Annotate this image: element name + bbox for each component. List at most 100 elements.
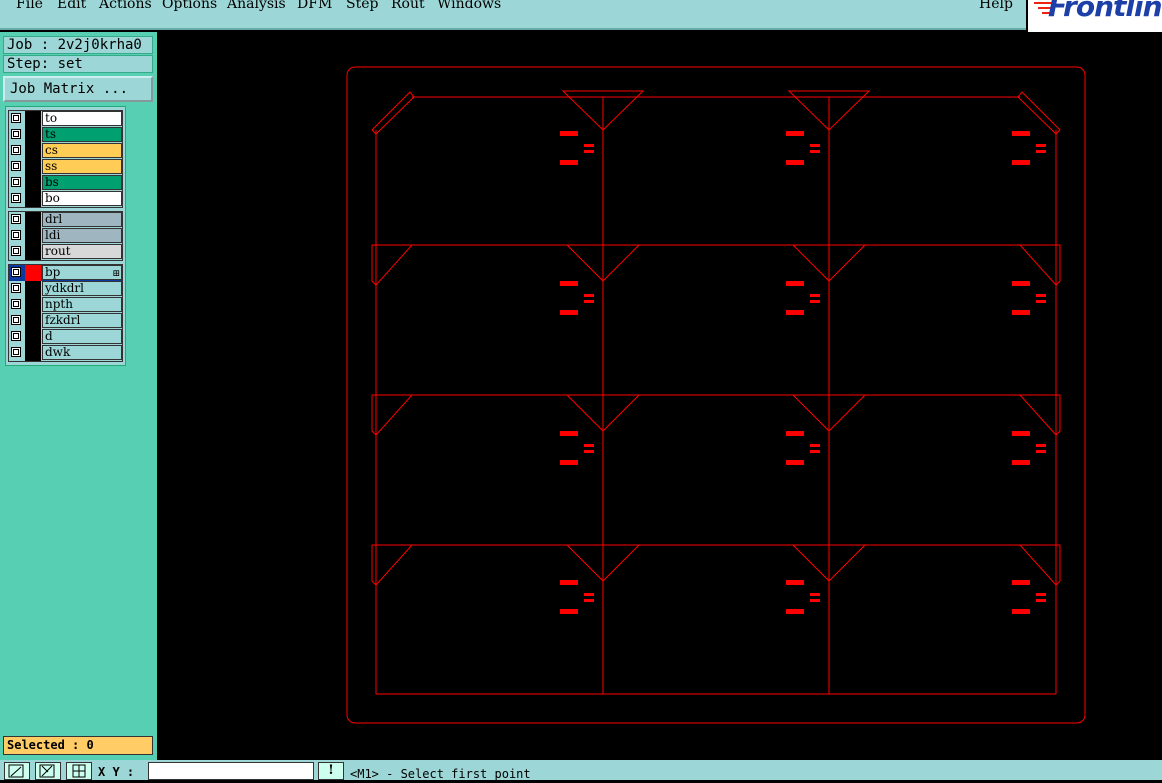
layer-row-ldi[interactable]: ldi <box>9 228 122 244</box>
layer-row-to[interactable]: to <box>9 111 122 127</box>
menu-rout[interactable]: Rout <box>391 0 425 12</box>
pad-small <box>584 300 594 303</box>
pad-top <box>786 580 804 585</box>
layer-color-indicator <box>25 228 41 244</box>
pad-small <box>810 444 820 447</box>
layer-checkbox[interactable] <box>11 193 21 203</box>
layer-color-indicator <box>25 281 41 297</box>
side-tab-left <box>371 394 414 436</box>
info-icon: ! <box>328 763 334 778</box>
layer-name[interactable]: bs <box>42 175 122 190</box>
pad-bottom <box>1012 310 1030 315</box>
layer-row-ss[interactable]: ss <box>9 159 122 175</box>
zoom-area-button[interactable] <box>4 762 30 780</box>
layer-row-fzkdrl[interactable]: fzkdrl <box>9 313 122 329</box>
menu-edit[interactable]: Edit <box>57 0 86 12</box>
menu-dfm[interactable]: DFM <box>297 0 332 12</box>
layer-name[interactable]: ss <box>42 159 122 174</box>
layer-checkbox[interactable] <box>11 113 21 123</box>
pad-top <box>1012 131 1030 136</box>
graphic-canvas[interactable] <box>157 32 1162 760</box>
pad-small <box>810 144 820 147</box>
info-button[interactable]: ! <box>318 762 344 780</box>
layer-checkbox[interactable] <box>11 299 21 309</box>
layer-checkbox[interactable] <box>11 177 21 187</box>
layer-name[interactable]: dwk <box>42 345 122 360</box>
pad-small <box>810 450 820 453</box>
layer-name[interactable]: bo <box>42 191 122 206</box>
side-tab-right <box>1018 244 1061 286</box>
layer-row-ydkdrl[interactable]: ydkdrl <box>9 281 122 297</box>
corner-chamfer <box>371 91 415 135</box>
menu-windows[interactable]: Windows <box>437 0 501 12</box>
layer-checkbox[interactable] <box>11 331 21 341</box>
pad-top <box>560 580 578 585</box>
layer-row-rout[interactable]: rout <box>9 244 122 260</box>
layer-checkbox[interactable] <box>11 230 21 240</box>
layer-name[interactable]: ldi <box>42 228 122 243</box>
layer-row-dwk[interactable]: dwk <box>9 345 122 361</box>
side-tab-left <box>371 544 414 586</box>
layer-color-indicator <box>25 329 41 345</box>
grid-snap-icon <box>72 764 86 778</box>
measure-icon <box>39 764 55 778</box>
board-layers-group: to ts cs ss bs bo <box>8 110 123 208</box>
layer-name[interactable]: npth <box>42 297 122 312</box>
menu-file[interactable]: File <box>16 0 43 12</box>
pad-bottom <box>1012 609 1030 614</box>
layer-checkbox[interactable] <box>11 161 21 171</box>
layer-checkbox[interactable] <box>11 145 21 155</box>
layer-checkbox[interactable] <box>11 347 21 357</box>
menu-actions[interactable]: Actions <box>99 0 152 12</box>
pad-small <box>1036 450 1046 453</box>
layer-name[interactable]: ts <box>42 127 122 142</box>
layer-name[interactable]: rout <box>42 244 122 259</box>
pad-small <box>584 150 594 153</box>
pad-small <box>810 150 820 153</box>
layer-checkbox[interactable] <box>11 214 21 224</box>
pad-bottom <box>786 460 804 465</box>
layer-name[interactable]: bp ⊞ <box>42 265 122 280</box>
pad-bottom <box>560 460 578 465</box>
status-message: <M1> - Select first point <box>350 767 531 781</box>
xy-label: X Y : <box>98 765 135 779</box>
pad-top <box>560 131 578 136</box>
layer-name[interactable]: ydkdrl <box>42 281 122 296</box>
menu-help[interactable]: Help <box>979 0 1013 12</box>
pad-small <box>1036 599 1046 602</box>
menu-analysis[interactable]: Analysis <box>227 0 286 12</box>
menu-options[interactable]: Options <box>162 0 217 12</box>
layer-checkbox[interactable] <box>11 129 21 139</box>
layer-checkbox[interactable] <box>11 246 21 256</box>
layer-row-drl[interactable]: drl <box>9 212 122 228</box>
layer-color-indicator <box>25 191 41 207</box>
layer-row-npth[interactable]: npth <box>9 297 122 313</box>
layer-color-indicator <box>25 127 41 143</box>
layer-name[interactable]: drl <box>42 212 122 227</box>
layer-checkbox[interactable] <box>11 283 21 293</box>
pad-top <box>786 431 804 436</box>
layer-name[interactable]: to <box>42 111 122 126</box>
layer-row-ts[interactable]: ts <box>9 127 122 143</box>
layer-name[interactable]: cs <box>42 143 122 158</box>
menu-step[interactable]: Step <box>346 0 378 12</box>
layer-row-bp[interactable]: bp ⊞ <box>9 265 122 281</box>
measure-button[interactable] <box>35 762 61 780</box>
xy-coordinate-input[interactable] <box>148 762 314 780</box>
side-tab-left <box>371 244 414 286</box>
layer-expand-icon[interactable]: ⊞ <box>112 268 120 281</box>
layer-row-d[interactable]: d <box>9 329 122 345</box>
layer-name[interactable]: fzkdrl <box>42 313 122 328</box>
layer-checkbox[interactable] <box>11 315 21 325</box>
layer-row-cs[interactable]: cs <box>9 143 122 159</box>
pad-bottom <box>786 310 804 315</box>
pad-small <box>584 450 594 453</box>
layer-name[interactable]: d <box>42 329 122 344</box>
layer-checkbox[interactable] <box>11 267 21 277</box>
layer-row-bo[interactable]: bo <box>9 191 122 207</box>
job-matrix-button[interactable]: Job Matrix ... <box>3 76 153 102</box>
pad-bottom <box>1012 460 1030 465</box>
grid-snap-button[interactable] <box>66 762 92 780</box>
layer-sidebar: Job : 2v2j0krha0 Step: set Job Matrix ..… <box>0 32 157 760</box>
layer-row-bs[interactable]: bs <box>9 175 122 191</box>
